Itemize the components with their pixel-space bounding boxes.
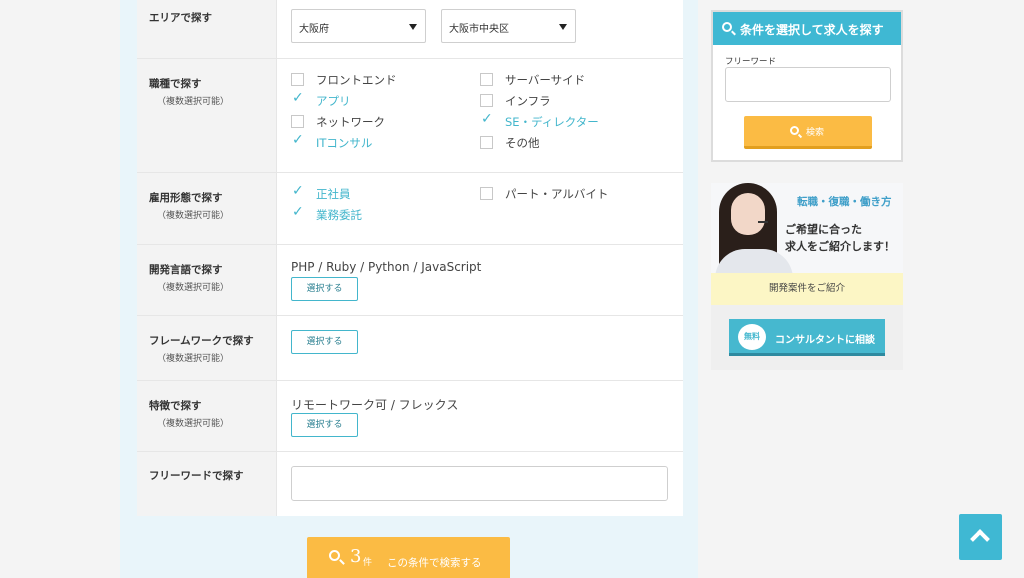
check-icon: ✓	[292, 90, 304, 106]
row-title: エリアで探す	[149, 12, 212, 24]
select-framework-button[interactable]: 選択する	[291, 330, 358, 354]
row-title: 雇用形態で探す	[149, 192, 223, 204]
dropdown-caret-icon	[409, 24, 417, 30]
sidebar-search-button-label: 検索	[806, 128, 825, 138]
sidebar-search-button[interactable]: 検索	[744, 116, 872, 149]
row-title: フリーワードで探す	[149, 470, 244, 482]
sidebar-search-title: 条件を選択して求人を探す	[740, 23, 884, 37]
row-subtitle: （複数選択可能）	[157, 97, 230, 107]
row-label-feature: 特徴で探す （複数選択可能）	[137, 381, 277, 451]
row-title: 開発言語で探す	[149, 264, 223, 276]
row-feature: 特徴で探す （複数選択可能） リモートワーク可 / フレックス 選択する	[137, 381, 683, 452]
consultant-photo: 転職・復職・働き方 ご希望に合った 求人をご紹介します！	[711, 183, 903, 273]
row-label-freeword: フリーワードで探す	[137, 452, 277, 516]
row-label-area: エリアで探す	[137, 0, 277, 58]
consult-button[interactable]: 無料 コンサルタントに相談	[729, 319, 885, 356]
sidebar-search-panel: 条件を選択して求人を探す フリーワード 検索	[711, 10, 903, 162]
free-badge: 無料	[738, 324, 766, 350]
check-icon: ✓	[292, 204, 304, 220]
sidebar-search-header: 条件を選択して求人を探す	[713, 12, 901, 45]
select-language-button[interactable]: 選択する	[291, 277, 358, 301]
checkbox-box	[480, 136, 493, 149]
row-language: 開発言語で探す （複数選択可能） PHP / Ruby / Python / J…	[137, 245, 683, 316]
row-title: 特徴で探す	[149, 400, 202, 412]
row-label-language: 開発言語で探す （複数選択可能）	[137, 245, 277, 315]
result-count: 3	[350, 546, 362, 567]
check-icon: ✓	[292, 183, 304, 199]
check-icon: ✓	[292, 132, 304, 148]
row-job-type: 職種で探す （複数選択可能） フロントエンド サーバーサイド ✓ アプリ インフラ…	[137, 59, 683, 173]
row-framework: フレームワークで探す （複数選択可能） 選択する	[137, 316, 683, 381]
submit-label: この条件で検索する	[387, 557, 482, 569]
row-label-job-type: 職種で探す （複数選択可能）	[137, 59, 277, 172]
chevron-up-icon	[970, 529, 990, 549]
selected-features: リモートワーク可 / フレックス	[291, 398, 459, 412]
consult-label: コンサルタントに相談	[775, 335, 875, 346]
city-select[interactable]: 大阪市中央区	[441, 9, 576, 43]
banner-line-2: 求人をご紹介します！	[785, 240, 895, 253]
row-employment: 雇用形態で探す （複数選択可能） ✓ 正社員 パート・アルバイト ✓ 業務委託	[137, 173, 683, 245]
headset-icon	[758, 221, 768, 223]
row-label-framework: フレームワークで探す （複数選択可能）	[137, 316, 277, 380]
search-icon	[790, 126, 799, 135]
checkbox-box	[480, 187, 493, 200]
row-subtitle: （複数選択可能）	[157, 354, 230, 364]
row-subtitle: （複数選択可能）	[157, 283, 230, 293]
freeword-input[interactable]	[291, 466, 668, 501]
banner-tagline: 転職・復職・働き方	[797, 196, 892, 208]
search-form: エリアで探す 大阪府 大阪市中央区 職種で探す （複数選択可能） フロントエンド…	[137, 0, 683, 516]
row-area: エリアで探す 大阪府 大阪市中央区	[137, 0, 683, 59]
check-icon: ✓	[481, 111, 493, 127]
checkbox-box	[480, 73, 493, 86]
dropdown-caret-icon	[559, 24, 567, 30]
row-title: 職種で探す	[149, 78, 202, 90]
consultant-banner[interactable]: 転職・復職・働き方 ご希望に合った 求人をご紹介します！ 開発案件をご紹介 無料…	[711, 183, 903, 370]
checkbox-box	[480, 94, 493, 107]
banner-strip: 開発案件をご紹介	[711, 273, 903, 305]
sidebar-freeword-input[interactable]	[725, 67, 891, 102]
checkbox-box	[291, 115, 304, 128]
search-submit-button[interactable]: 3 件 この条件で検索する	[307, 537, 510, 578]
back-to-top-button[interactable]	[959, 514, 1002, 560]
row-label-employment: 雇用形態で探す （複数選択可能）	[137, 173, 277, 244]
search-icon	[722, 22, 732, 32]
row-freeword: フリーワードで探す	[137, 452, 683, 516]
city-value: 大阪市中央区	[449, 24, 509, 35]
search-icon	[329, 550, 340, 561]
checkbox-box	[291, 73, 304, 86]
prefecture-select[interactable]: 大阪府	[291, 9, 426, 43]
banner-line-1: ご希望に合った	[785, 223, 862, 236]
row-subtitle: （複数選択可能）	[157, 419, 230, 429]
selected-languages: PHP / Ruby / Python / JavaScript	[291, 260, 482, 274]
select-feature-button[interactable]: 選択する	[291, 413, 358, 437]
result-count-unit: 件	[363, 558, 373, 568]
prefecture-value: 大阪府	[299, 24, 329, 35]
row-subtitle: （複数選択可能）	[157, 211, 230, 221]
sidebar-freeword-label: フリーワード	[725, 57, 777, 67]
row-title: フレームワークで探す	[149, 335, 254, 347]
